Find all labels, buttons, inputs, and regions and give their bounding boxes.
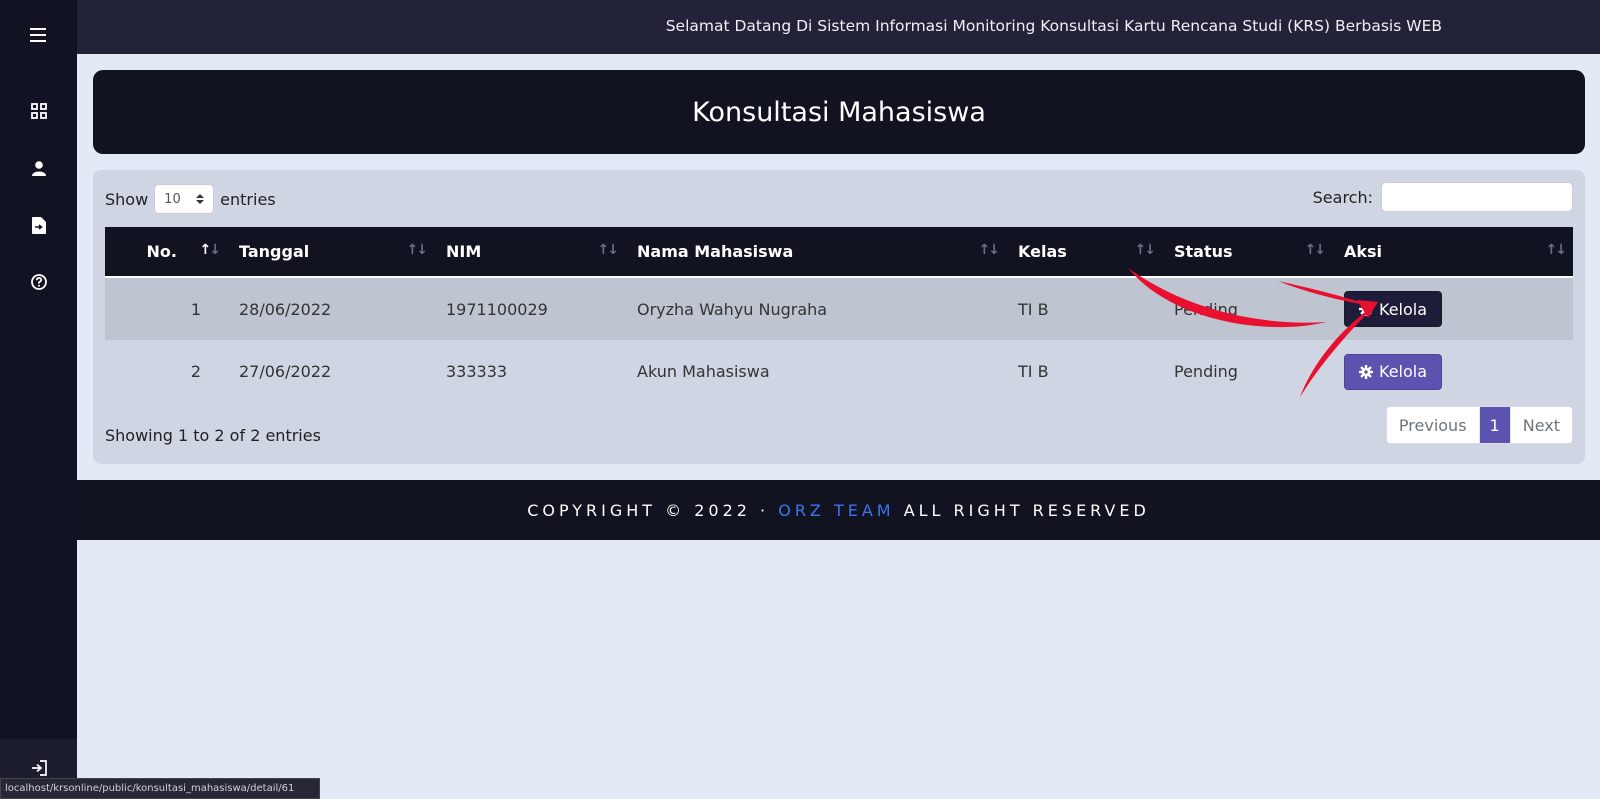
gear-icon xyxy=(1359,302,1373,316)
cell-nim: 1971100029 xyxy=(434,277,625,340)
cell-nim: 333333 xyxy=(434,340,625,403)
kelola-button[interactable]: Kelola xyxy=(1344,291,1443,327)
kelola-button-label: Kelola xyxy=(1379,362,1428,381)
column-label: NIM xyxy=(446,242,482,261)
copyright-suffix: ALL RIGHT RESERVED xyxy=(894,500,1150,520)
sort-icon: ↑↓ xyxy=(199,242,222,258)
cell-kelas: TI B xyxy=(1006,277,1162,340)
cell-status: Pending xyxy=(1162,277,1332,340)
search-input[interactable] xyxy=(1381,182,1573,212)
table-row: 2 27/06/2022 333333 Akun Mahasiswa TI B … xyxy=(105,340,1573,403)
table-header-row: No. ↑↓ Tanggal ↑↓ NIM ↑↓ Nama Mahasiswa ↑↓ K… xyxy=(105,227,1573,278)
cell-tanggal: 28/06/2022 xyxy=(227,277,434,340)
column-header-status[interactable]: Status ↑↓ xyxy=(1162,227,1332,278)
topbar: Selamat Datang Di Sistem Informasi Monit… xyxy=(77,0,1600,54)
sort-icon: ↑↓ xyxy=(1545,242,1568,258)
entries-select-value: 10 xyxy=(164,191,181,207)
kelola-button[interactable]: Kelola xyxy=(1344,353,1443,390)
kelola-button-label: Kelola xyxy=(1379,299,1428,319)
cell-no: 2 xyxy=(105,340,227,403)
welcome-title: Selamat Datang Di Sistem Informasi Monit… xyxy=(665,17,1442,35)
sort-icon: ↑↓ xyxy=(978,242,1001,258)
show-label: Show xyxy=(105,189,149,209)
copyright-text: COPYRIGHT © 2022 · ORZ TEAM ALL RIGHT RE… xyxy=(527,501,1150,520)
column-header-nama[interactable]: Nama Mahasiswa ↑↓ xyxy=(625,227,1006,278)
cell-nama: Akun Mahasiswa xyxy=(625,340,1006,403)
sort-icon: ↑↓ xyxy=(406,242,429,258)
table-info: Showing 1 to 2 of 2 entries xyxy=(105,426,321,445)
column-label: Nama Mahasiswa xyxy=(637,242,794,261)
pagination-next[interactable]: Next xyxy=(1509,407,1572,443)
column-label: Aksi xyxy=(1344,242,1383,261)
sort-icon: ↑↓ xyxy=(1134,242,1157,258)
pagination-previous[interactable]: Previous xyxy=(1387,407,1479,443)
dashboard-grid-icon[interactable] xyxy=(19,94,59,128)
column-header-kelas[interactable]: Kelas ↑↓ xyxy=(1006,227,1162,278)
browser-status-url: localhost/krsonline/public/konsultasi_ma… xyxy=(0,778,320,799)
table-card: Show 10 entries Search: No. ↑↓ Tanggal ↑↓ … xyxy=(93,170,1585,464)
column-label: Tanggal xyxy=(239,242,310,261)
sort-icon: ↑↓ xyxy=(1304,242,1327,258)
column-header-tanggal[interactable]: Tanggal ↑↓ xyxy=(227,227,434,278)
cell-no: 1 xyxy=(105,277,227,340)
column-label: Status xyxy=(1174,242,1233,261)
hamburger-menu-icon[interactable] xyxy=(19,18,59,52)
column-header-no[interactable]: No. ↑↓ xyxy=(105,227,227,278)
konsultasi-table: No. ↑↓ Tanggal ↑↓ NIM ↑↓ Nama Mahasiswa ↑↓ K… xyxy=(105,227,1573,403)
team-link[interactable]: ORZ TEAM xyxy=(778,501,894,520)
sidebar xyxy=(0,0,77,799)
column-label: No. xyxy=(146,242,177,261)
column-header-nim[interactable]: NIM ↑↓ xyxy=(434,227,625,278)
column-label: Kelas xyxy=(1018,242,1067,261)
entries-length-control: Show 10 entries xyxy=(105,184,276,214)
user-icon[interactable] xyxy=(19,151,59,185)
page-title: Konsultasi Mahasiswa xyxy=(692,96,986,128)
cell-status: Pending xyxy=(1162,340,1332,403)
page-header-banner: Konsultasi Mahasiswa xyxy=(93,70,1585,154)
cell-aksi: Kelola xyxy=(1332,277,1573,340)
search-control: Search: xyxy=(1313,182,1573,212)
cell-tanggal: 27/06/2022 xyxy=(227,340,434,403)
cell-nama: Oryzha Wahyu Nugraha xyxy=(625,277,1006,340)
file-export-icon[interactable] xyxy=(19,208,59,242)
table-row: 1 28/06/2022 1971100029 Oryzha Wahyu Nug… xyxy=(105,277,1573,340)
cell-kelas: TI B xyxy=(1006,340,1162,403)
pagination: Previous 1 Next xyxy=(1385,406,1573,444)
sort-icon: ↑↓ xyxy=(597,242,620,258)
footer: COPYRIGHT © 2022 · ORZ TEAM ALL RIGHT RE… xyxy=(77,480,1600,540)
gear-icon xyxy=(1359,364,1373,379)
help-circle-icon[interactable] xyxy=(19,265,59,299)
pagination-page-1[interactable]: 1 xyxy=(1478,407,1510,443)
entries-select[interactable]: 10 xyxy=(154,184,215,214)
copyright-prefix: COPYRIGHT © 2022 · xyxy=(527,500,779,520)
column-header-aksi[interactable]: Aksi ↑↓ xyxy=(1332,227,1573,278)
select-updown-icon xyxy=(196,194,205,204)
entries-label: entries xyxy=(220,189,276,209)
search-label: Search: xyxy=(1312,187,1373,207)
cell-aksi: Kelola xyxy=(1332,340,1573,403)
